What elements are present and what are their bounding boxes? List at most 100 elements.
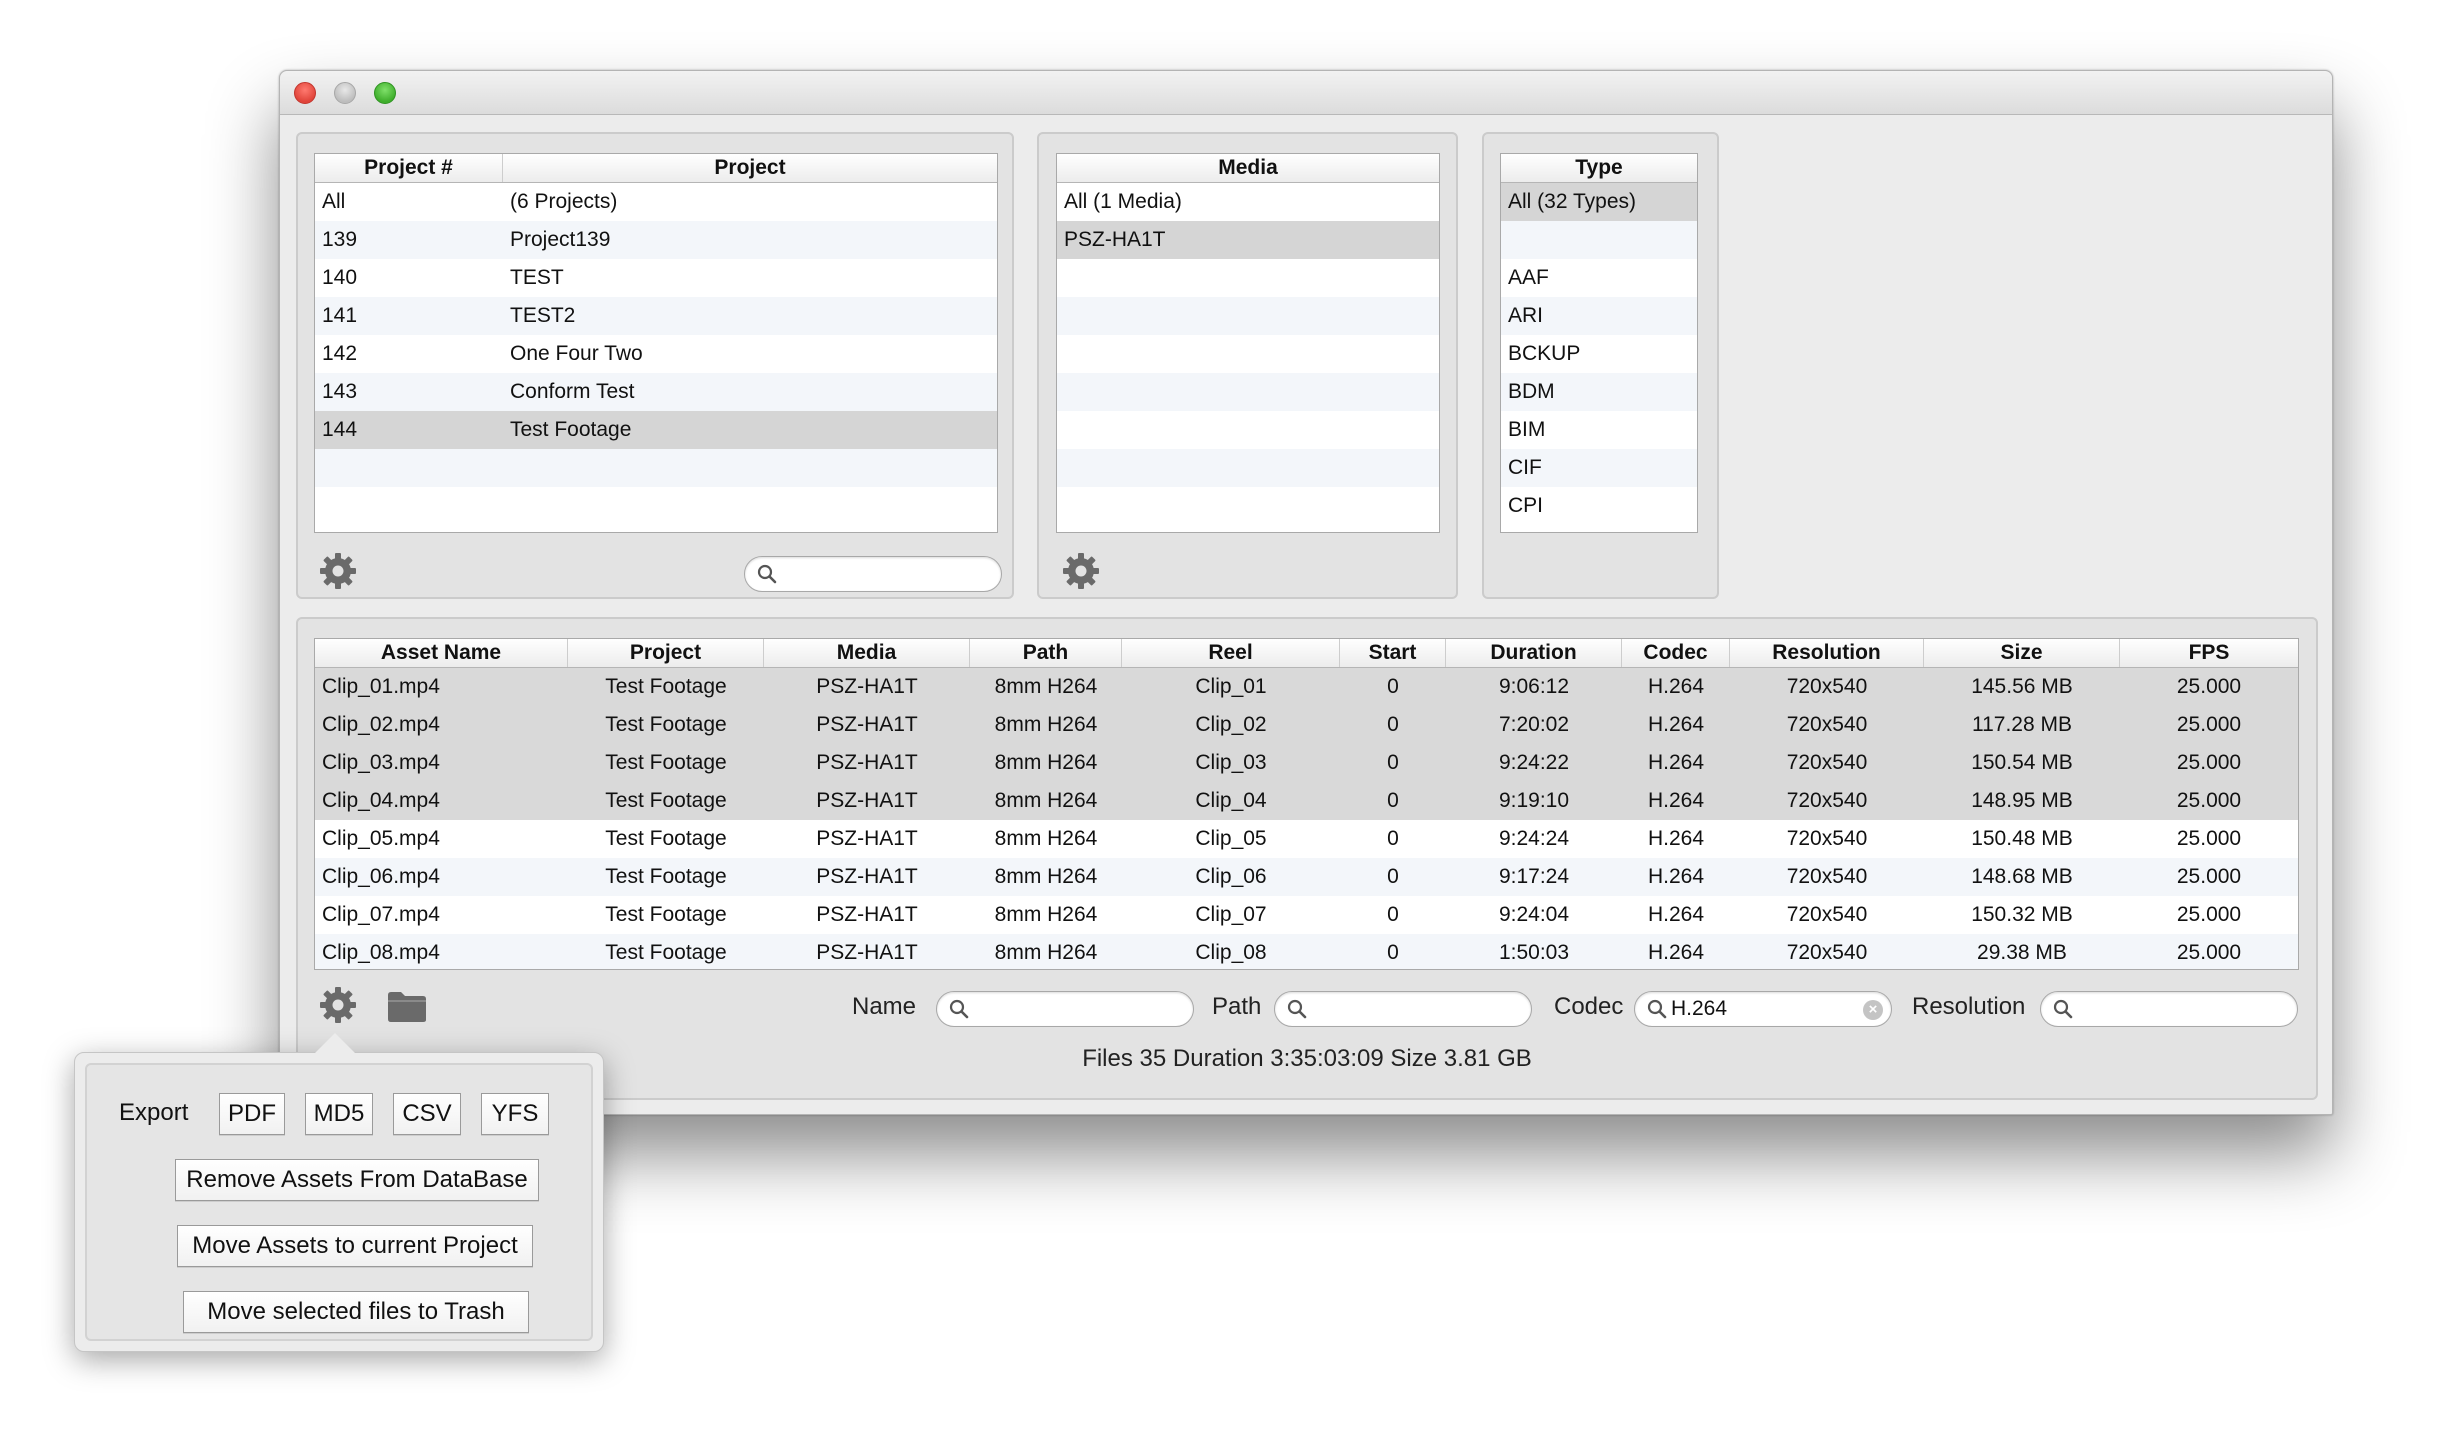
- gear-icon[interactable]: [318, 551, 358, 591]
- asset-resolution-cell: 720x540: [1786, 751, 1868, 774]
- project-number-cell: 139: [322, 228, 358, 251]
- type-row[interactable]: ARI: [1501, 297, 1697, 335]
- project-row[interactable]: 140 TEST: [315, 259, 997, 297]
- close-button[interactable]: [294, 82, 316, 104]
- asset-row[interactable]: Clip_02.mp4 Test Footage PSZ-HA1T 8mm H264 C…: [315, 706, 2298, 744]
- asset-size-cell: 148.95 MB: [1971, 789, 2073, 812]
- gear-icon[interactable]: [318, 985, 358, 1025]
- codec-filter-input[interactable]: H.264 ×: [1634, 991, 1892, 1027]
- asset-row[interactable]: Clip_07.mp4 Test Footage PSZ-HA1T 8mm H264 C…: [315, 896, 2298, 934]
- project-number-cell: 140: [322, 266, 358, 289]
- search-icon: [2053, 999, 2073, 1019]
- clear-icon[interactable]: ×: [1863, 1000, 1883, 1020]
- asset-resolution-cell: 720x540: [1786, 865, 1868, 888]
- project-row[interactable]: 141 TEST2: [315, 297, 997, 335]
- project-search-input[interactable]: [744, 556, 1002, 592]
- resolution-filter-input[interactable]: [2040, 991, 2298, 1027]
- media-table[interactable]: Media All (1 Media) PSZ-HA1T: [1056, 153, 1440, 533]
- project-row[interactable]: 143 Conform Test: [315, 373, 997, 411]
- main-window: Project # Project All (6 Projects) 139 Proj…: [279, 70, 2333, 1115]
- column-header-codec[interactable]: Codec: [1622, 639, 1730, 667]
- export-label: Export: [119, 1099, 189, 1126]
- project-row[interactable]: 144 Test Footage: [315, 411, 997, 449]
- remove-assets-button[interactable]: Remove Assets From DataBase: [175, 1159, 539, 1201]
- asset-duration-cell: 1:50:03: [1498, 941, 1570, 964]
- asset-codec-cell: H.264: [1647, 941, 1705, 964]
- project-row[interactable]: [315, 449, 997, 487]
- asset-start-cell: 0: [1387, 941, 1399, 964]
- asset-row[interactable]: Clip_04.mp4 Test Footage PSZ-HA1T 8mm H264 C…: [315, 782, 2298, 820]
- gear-icon[interactable]: [1061, 551, 1101, 591]
- column-header-start[interactable]: Start: [1340, 639, 1446, 667]
- assets-header: Asset Name Project Media Path Reel Start Durat…: [315, 639, 2298, 668]
- media-row[interactable]: [1057, 373, 1439, 411]
- project-row[interactable]: All (6 Projects): [315, 183, 997, 221]
- type-row[interactable]: All (32 Types): [1501, 183, 1697, 221]
- column-header-project[interactable]: Project: [568, 639, 764, 667]
- asset-row[interactable]: Clip_06.mp4 Test Footage PSZ-HA1T 8mm H264 C…: [315, 858, 2298, 896]
- asset-row[interactable]: Clip_03.mp4 Test Footage PSZ-HA1T 8mm H264 C…: [315, 744, 2298, 782]
- type-row[interactable]: [1501, 221, 1697, 259]
- name-filter-input[interactable]: [936, 991, 1194, 1027]
- asset-resolution-cell: 720x540: [1786, 713, 1868, 736]
- media-row[interactable]: [1057, 411, 1439, 449]
- media-row[interactable]: [1057, 335, 1439, 373]
- column-header-project-number[interactable]: Project #: [315, 154, 503, 182]
- zoom-button[interactable]: [374, 82, 396, 104]
- asset-row[interactable]: Clip_01.mp4 Test Footage PSZ-HA1T 8mm H264 C…: [315, 668, 2298, 706]
- column-header-duration[interactable]: Duration: [1446, 639, 1622, 667]
- media-row[interactable]: [1057, 487, 1439, 525]
- title-bar[interactable]: [280, 71, 2332, 115]
- asset-duration-cell: 9:24:22: [1498, 751, 1570, 774]
- project-row[interactable]: 142 One Four Two: [315, 335, 997, 373]
- export-pdf-button[interactable]: PDF: [219, 1093, 285, 1135]
- asset-resolution-cell: 720x540: [1786, 789, 1868, 812]
- codec-filter-label: Codec: [1554, 993, 1624, 1020]
- move-to-trash-button[interactable]: Move selected files to Trash: [183, 1291, 529, 1333]
- media-header: Media: [1057, 154, 1439, 183]
- column-header-size[interactable]: Size: [1924, 639, 2120, 667]
- project-row[interactable]: 139 Project139: [315, 221, 997, 259]
- folder-icon[interactable]: [386, 989, 428, 1023]
- path-filter-input[interactable]: [1274, 991, 1532, 1027]
- column-header-resolution[interactable]: Resolution: [1730, 639, 1924, 667]
- projects-table[interactable]: Project # Project All (6 Projects) 139 Proj…: [314, 153, 998, 533]
- asset-codec-cell: H.264: [1647, 675, 1705, 698]
- project-row[interactable]: [315, 487, 997, 525]
- search-icon: [949, 999, 969, 1019]
- asset-row[interactable]: Clip_05.mp4 Test Footage PSZ-HA1T 8mm H264 C…: [315, 820, 2298, 858]
- type-row[interactable]: CPI: [1501, 487, 1697, 525]
- assets-table[interactable]: Asset Name Project Media Path Reel Start Durat…: [314, 638, 2299, 970]
- asset-duration-cell: 9:24:24: [1498, 827, 1570, 850]
- asset-row[interactable]: Clip_08.mp4 Test Footage PSZ-HA1T 8mm H264 C…: [315, 934, 2298, 969]
- column-header-media[interactable]: Media: [764, 639, 970, 667]
- export-md5-button[interactable]: MD5: [305, 1093, 373, 1135]
- media-row[interactable]: All (1 Media): [1057, 183, 1439, 221]
- column-header-fps[interactable]: FPS: [2120, 639, 2298, 667]
- type-row[interactable]: BCKUP: [1501, 335, 1697, 373]
- type-row[interactable]: AAF: [1501, 259, 1697, 297]
- media-row[interactable]: [1057, 449, 1439, 487]
- column-header-type[interactable]: Type: [1501, 154, 1697, 182]
- asset-resolution-cell: 720x540: [1786, 903, 1868, 926]
- column-header-reel[interactable]: Reel: [1122, 639, 1340, 667]
- export-yfs-button[interactable]: YFS: [481, 1093, 549, 1135]
- move-assets-project-button[interactable]: Move Assets to current Project: [177, 1225, 533, 1267]
- column-header-asset-name[interactable]: Asset Name: [315, 639, 568, 667]
- asset-path-cell: 8mm H264: [994, 941, 1098, 964]
- column-header-path[interactable]: Path: [970, 639, 1122, 667]
- column-header-media[interactable]: Media: [1057, 154, 1439, 182]
- type-table[interactable]: Type All (32 Types) AAF ARI BCKUP BDM BIM CIF C…: [1500, 153, 1698, 533]
- export-csv-button[interactable]: CSV: [393, 1093, 461, 1135]
- asset-reel-cell: Clip_08: [1195, 941, 1267, 964]
- column-header-project[interactable]: Project: [503, 154, 997, 182]
- type-row[interactable]: BDM: [1501, 373, 1697, 411]
- asset-path-cell: 8mm H264: [994, 827, 1098, 850]
- media-row[interactable]: [1057, 297, 1439, 335]
- minimize-button[interactable]: [334, 82, 356, 104]
- type-row[interactable]: CIF: [1501, 449, 1697, 487]
- media-row[interactable]: [1057, 259, 1439, 297]
- type-row[interactable]: BIM: [1501, 411, 1697, 449]
- type-header: Type: [1501, 154, 1697, 183]
- media-row[interactable]: PSZ-HA1T: [1057, 221, 1439, 259]
